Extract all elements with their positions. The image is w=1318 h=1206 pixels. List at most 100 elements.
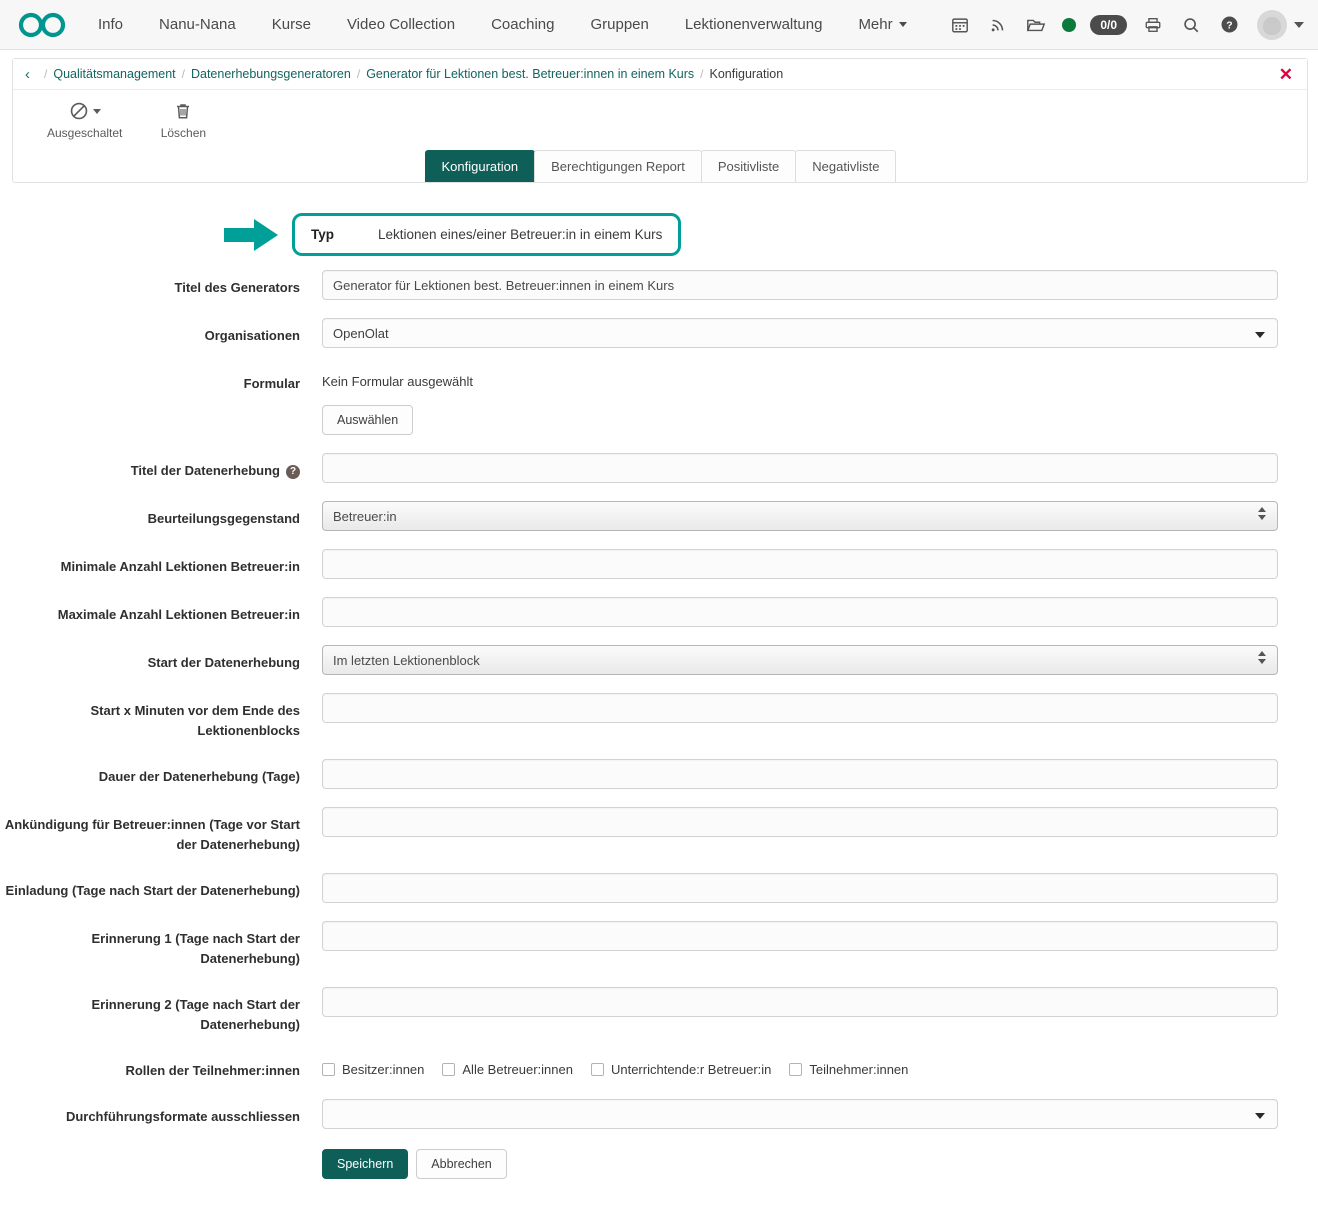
breadcrumb-back-icon[interactable]: ‹ (25, 67, 30, 82)
nav-link-video-collection[interactable]: Video Collection (329, 0, 473, 50)
avatar[interactable] (1257, 10, 1287, 40)
checkbox-box[interactable] (591, 1063, 604, 1076)
rss-icon[interactable] (986, 13, 1010, 37)
chevron-down-icon (1255, 332, 1265, 338)
organisationen-dropdown[interactable]: OpenOlat (322, 318, 1278, 348)
tab-bar: Konfiguration Berechtigungen Report Posi… (13, 150, 1307, 182)
toolbar-item-label: Ausgeschaltet (47, 126, 122, 140)
nav-link-lektionenverwaltung[interactable]: Lektionenverwaltung (667, 0, 841, 50)
checkbox-box[interactable] (442, 1063, 455, 1076)
svg-text:?: ? (1226, 21, 1232, 32)
tab-berechtigungen-report[interactable]: Berechtigungen Report (534, 150, 702, 182)
breadcrumb-item-datenerhebungsgeneratoren[interactable]: Datenerhebungsgeneratoren (191, 67, 351, 81)
checkbox-box[interactable] (789, 1063, 802, 1076)
tab-negativliste[interactable]: Negativliste (795, 150, 896, 182)
checkbox-unterrichtende-betreuer-in[interactable]: Unterrichtende:r Betreuer:in (591, 1062, 771, 1077)
nav-link-gruppen[interactable]: Gruppen (572, 0, 666, 50)
titel-der-datenerhebung-input[interactable] (322, 453, 1278, 483)
field-row-start-minuten: Start x Minuten vor dem Ende des Lektion… (0, 693, 1308, 741)
field-row-ankuendigung: Ankündigung für Betreuer:innen (Tage vor… (0, 807, 1308, 855)
action-toolbar: Ausgeschaltet Löschen (13, 90, 1307, 148)
speichern-button[interactable]: Speichern (322, 1149, 408, 1179)
field-row-formular: Formular Kein Formular ausgewählt Auswäh… (0, 366, 1308, 435)
label-beurteilungsgegenstand: Beurteilungsgegenstand (0, 501, 322, 529)
arrow-right-annotation-icon (222, 216, 280, 254)
erinnerung-2-input[interactable] (322, 987, 1278, 1017)
nav-link-mehr[interactable]: Mehr (840, 0, 924, 50)
breadcrumb-separator: / (700, 67, 703, 81)
folder-icon[interactable] (1024, 13, 1048, 37)
toolbar-item-loeschen[interactable]: Löschen (158, 100, 208, 140)
label-organisationen: Organisationen (0, 318, 322, 346)
breadcrumb: ‹ / Qualitätsmanagement / Datenerhebungs… (13, 59, 1307, 90)
checkbox-teilnehmer-innen[interactable]: Teilnehmer:innen (789, 1062, 908, 1077)
field-row-start-der-datenerhebung: Start der Datenerhebung Im letzten Lekti… (0, 645, 1308, 675)
label-formular: Formular (0, 366, 322, 394)
print-icon[interactable] (1141, 13, 1165, 37)
nav-link-nanu-nana[interactable]: Nanu-Nana (141, 0, 254, 50)
abbrechen-button[interactable]: Abbrechen (416, 1149, 506, 1179)
chevron-down-icon[interactable] (1294, 22, 1304, 28)
rollen-checkbox-group: Besitzer:innen Alle Betreuer:innen Unter… (322, 1053, 1298, 1077)
toolbar-item-ausgeschaltet[interactable]: Ausgeschaltet (47, 100, 122, 140)
user-menu[interactable] (1257, 10, 1304, 40)
nav-link-kurse[interactable]: Kurse (254, 0, 329, 50)
search-icon[interactable] (1179, 13, 1203, 37)
help-icon[interactable]: ? (286, 465, 300, 479)
notification-count-badge[interactable]: 0/0 (1090, 15, 1127, 35)
beurteilungsgegenstand-select[interactable]: Betreuer:in (322, 501, 1278, 531)
field-row-min-lektionen: Minimale Anzahl Lektionen Betreuer:in (0, 549, 1308, 579)
toolbar-item-label: Löschen (161, 126, 206, 140)
formular-value: Kein Formular ausgewählt (322, 366, 1298, 389)
typ-box: Typ Lektionen eines/einer Betreuer:in in… (292, 213, 681, 256)
top-navbar: Info Nanu-Nana Kurse Video Collection Co… (0, 0, 1318, 50)
tab-konfiguration[interactable]: Konfiguration (425, 150, 536, 182)
start-minuten-input[interactable] (322, 693, 1278, 723)
main-nav: Info Nanu-Nana Kurse Video Collection Co… (80, 0, 925, 50)
durchfuehrungsformate-dropdown[interactable] (322, 1099, 1278, 1129)
field-row-erinnerung-2: Erinnerung 2 (Tage nach Start der Datene… (0, 987, 1308, 1035)
checkbox-besitzer-innen[interactable]: Besitzer:innen (322, 1062, 424, 1077)
field-row-beurteilungsgegenstand: Beurteilungsgegenstand Betreuer:in (0, 501, 1308, 531)
label-einladung: Einladung (Tage nach Start der Datenerhe… (0, 873, 322, 901)
no-entry-icon (69, 100, 101, 122)
form-actions: Speichern Abbrechen (322, 1147, 1298, 1179)
checkbox-label: Besitzer:innen (342, 1062, 424, 1077)
field-row-dauer: Dauer der Datenerhebung (Tage) (0, 759, 1308, 789)
ankuendigung-input[interactable] (322, 807, 1278, 837)
nav-link-info[interactable]: Info (80, 0, 141, 50)
checkbox-alle-betreuer-innen[interactable]: Alle Betreuer:innen (442, 1062, 573, 1077)
calendar-icon[interactable] (948, 13, 972, 37)
erinnerung-1-input[interactable] (322, 921, 1278, 951)
chevron-down-icon (93, 109, 101, 114)
start-der-datenerhebung-select[interactable]: Im letzten Lektionenblock (322, 645, 1278, 675)
checkbox-label: Teilnehmer:innen (809, 1062, 908, 1077)
field-row-rollen: Rollen der Teilnehmer:innen Besitzer:inn… (0, 1053, 1308, 1081)
select-spinner-icon (1258, 507, 1266, 520)
tab-positivliste[interactable]: Positivliste (701, 150, 796, 182)
min-lektionen-input[interactable] (322, 549, 1278, 579)
breadcrumb-item-generator[interactable]: Generator für Lektionen best. Betreuer:i… (366, 67, 694, 81)
checkbox-box[interactable] (322, 1063, 335, 1076)
typ-highlight-row: Typ Lektionen eines/einer Betreuer:in in… (0, 213, 1308, 256)
breadcrumb-separator: / (182, 67, 185, 81)
titel-des-generators-input[interactable] (322, 270, 1278, 300)
field-row-max-lektionen: Maximale Anzahl Lektionen Betreuer:in (0, 597, 1308, 627)
actions-spacer (0, 1147, 322, 1155)
breadcrumb-item-qualitaetsmanagement[interactable]: Qualitätsmanagement (53, 67, 175, 81)
auswaehlen-button[interactable]: Auswählen (322, 405, 413, 435)
max-lektionen-input[interactable] (322, 597, 1278, 627)
status-dot-icon[interactable] (1062, 18, 1076, 32)
breadcrumb-item-konfiguration[interactable]: Konfiguration (710, 67, 784, 81)
close-icon[interactable]: ✕ (1279, 66, 1297, 83)
nav-link-coaching[interactable]: Coaching (473, 0, 572, 50)
dauer-input[interactable] (322, 759, 1278, 789)
beurteilungsgegenstand-value: Betreuer:in (333, 509, 397, 524)
typ-value: Lektionen eines/einer Betreuer:in in ein… (378, 227, 662, 242)
logo-infinity[interactable] (18, 12, 80, 38)
navbar-tools: 0/0 ? (948, 10, 1304, 40)
einladung-input[interactable] (322, 873, 1278, 903)
label-text: Titel der Datenerhebung (131, 463, 280, 478)
help-circle-icon[interactable]: ? (1217, 13, 1241, 37)
form-actions-row: Speichern Abbrechen (0, 1147, 1308, 1179)
